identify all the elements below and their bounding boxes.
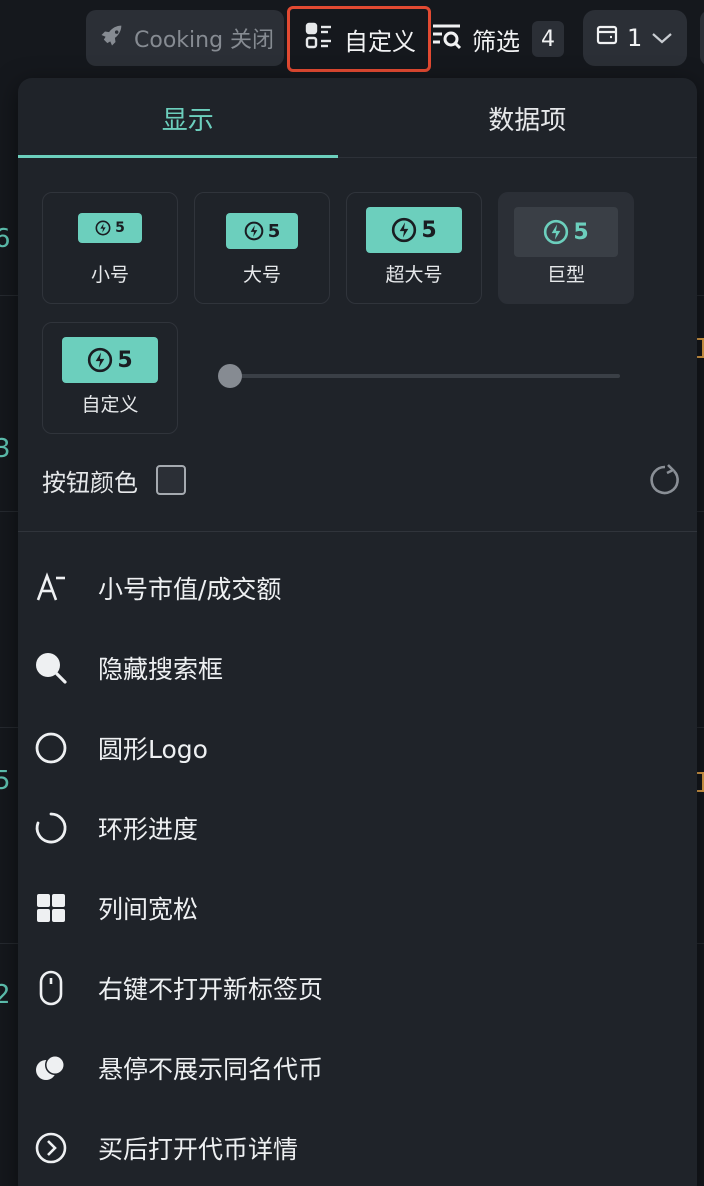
size-option-small[interactable]: 5 小号: [42, 192, 178, 304]
quick-buy-chip-xlarge: 5: [366, 207, 462, 253]
size-option-label: 巨型: [546, 264, 585, 286]
top-toolbar: Cooking 关闭 自定义 筛选 4 1: [0, 0, 704, 78]
grid-icon: [34, 891, 68, 925]
customize-button[interactable]: 自定义: [287, 6, 431, 72]
slider-thumb[interactable]: [218, 364, 242, 388]
option-label: 环形进度: [98, 815, 199, 844]
font-size-icon: [34, 571, 68, 605]
search-icon: [34, 651, 68, 685]
lightning-icon: [544, 219, 569, 245]
lightning-icon: [88, 347, 113, 373]
page: 6 3 5 2 Cooking 关闭 自定义 筛选 4 1 显示 数据项 5 小…: [0, 0, 704, 1186]
layout-icon: [304, 21, 334, 57]
chip-value: 5: [115, 220, 125, 236]
option-label: 圆形Logo: [98, 735, 208, 764]
chip-value: 5: [573, 219, 589, 245]
rocket-icon: [98, 21, 126, 55]
reset-icon[interactable]: [648, 462, 682, 500]
size-option-label: 超大号: [385, 264, 443, 286]
option-ring-progress[interactable]: 环形进度: [18, 788, 697, 868]
filter-button[interactable]: 筛选 4: [432, 14, 564, 64]
option-label: 隐藏搜索框: [98, 655, 224, 684]
quick-buy-chip-huge: 5: [514, 207, 618, 257]
size-option-label: 小号: [90, 264, 129, 286]
wallet-count: 1: [627, 24, 643, 52]
filter-label: 筛选: [472, 27, 520, 56]
button-color-label: 按钮颜色: [42, 468, 138, 497]
option-label: 悬停不展示同名代币: [98, 1055, 324, 1084]
mouse-icon: [34, 970, 68, 1006]
lightning-icon: [392, 217, 417, 243]
toolbar-overflow-button[interactable]: [700, 10, 704, 66]
chip-value: 5: [117, 347, 133, 373]
cooking-toggle-button[interactable]: Cooking 关闭: [86, 10, 284, 66]
filter-search-icon: [432, 22, 464, 56]
tab-data-fields[interactable]: 数据项: [358, 78, 698, 158]
quick-buy-chip-large: 5: [226, 213, 298, 249]
option-open-token-detail-after-buy[interactable]: 买后打开代币详情: [18, 1108, 697, 1186]
panel-tabs: 显示 数据项: [18, 78, 697, 158]
option-label: 小号市值/成交额: [98, 575, 282, 604]
option-right-click-no-new-tab[interactable]: 右键不打开新标签页: [18, 948, 697, 1028]
option-label: 列间宽松: [98, 895, 199, 924]
size-option-huge[interactable]: 5 巨型: [498, 192, 634, 304]
customize-panel: 显示 数据项 5 小号 5 大号 5 超大号 5 巨型 5 自定义 按钮颜色 小…: [18, 78, 697, 1186]
chip-value: 5: [421, 217, 437, 243]
lightning-icon: [95, 220, 111, 236]
option-small-market-cap[interactable]: 小号市值/成交额: [18, 548, 697, 628]
slider-track: [230, 374, 620, 378]
size-option-label: 大号: [242, 264, 281, 286]
quick-buy-chip-custom: 5: [62, 337, 158, 383]
cooking-label: Cooking 关闭: [134, 28, 275, 53]
lightning-icon: [244, 221, 264, 241]
overlap-circles-icon: [34, 1051, 68, 1085]
circle-icon: [34, 731, 68, 765]
button-color-row: 按钮颜色: [42, 458, 682, 502]
wallet-icon: [595, 23, 619, 53]
option-label: 右键不打开新标签页: [98, 975, 324, 1004]
quick-buy-chip-small: 5: [78, 213, 142, 243]
ring-progress-icon: [34, 811, 68, 845]
button-color-checkbox[interactable]: [156, 465, 186, 495]
active-tab-indicator: [18, 155, 338, 158]
custom-size-slider[interactable]: [218, 364, 622, 388]
chip-value: 5: [267, 220, 281, 242]
option-wide-columns[interactable]: 列间宽松: [18, 868, 697, 948]
size-option-label: 自定义: [81, 394, 139, 416]
filter-count-badge: 4: [532, 21, 564, 57]
option-circle-logo[interactable]: 圆形Logo: [18, 708, 697, 788]
size-option-large[interactable]: 5 大号: [194, 192, 330, 304]
section-divider: [18, 531, 697, 532]
option-label: 买后打开代币详情: [98, 1135, 299, 1164]
wallet-select-button[interactable]: 1: [583, 10, 687, 66]
customize-label: 自定义: [344, 27, 416, 56]
chevron-down-icon: [650, 24, 674, 52]
chevron-circle-icon: [34, 1131, 68, 1165]
option-hide-search-box[interactable]: 隐藏搜索框: [18, 628, 697, 708]
size-option-custom[interactable]: 5 自定义: [42, 322, 178, 434]
tab-display[interactable]: 显示: [18, 78, 358, 158]
option-hover-no-same-name-token[interactable]: 悬停不展示同名代币: [18, 1028, 697, 1108]
display-options-list: 小号市值/成交额 隐藏搜索框 圆形Logo 环形进度 列间宽松 右键不打开新标签…: [18, 548, 697, 1186]
size-option-xlarge[interactable]: 5 超大号: [346, 192, 482, 304]
